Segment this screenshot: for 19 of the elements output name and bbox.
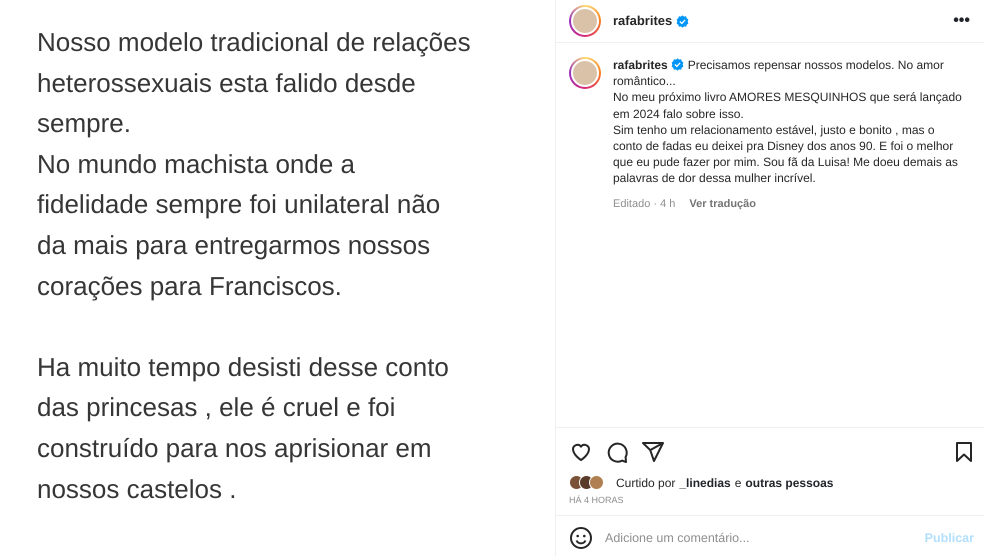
image-paragraph: Ha muito tempo desisti desse conto das princesas , ele é cruel e foi construído para nos aprisionar em nossos castelos . <box>37 350 450 506</box>
caption-text: rafabrites Precisamos repensar nossos modelos. No amor romântico... No meu próximo livro AMORES MESQUINHOS que será lançado em 2024 falo sobre isso. Sim tenho um relacionamento estável, justo e bonito , mas o conto de fadas eu deixei pra Disney dos anos 90. E foi o melhor que eu pude fazer por mim. Sou fã da Luisa! Me doeu demais as palavras de dor dessa mulher incrível. <box>613 57 962 187</box>
post-time: HÁ 4 HORAS <box>568 494 625 506</box>
comment-field[interactable]: Adicione um comentário... <box>605 528 913 548</box>
conjunction-label: e <box>734 474 742 492</box>
image-paragraph: Nosso modelo tradicional de relações heterossexuais esta falido desde sempre. No mundo machista onde a fidelidade sempre foi unilateral não da mais para entregarmos nossos corações para Franciscos. <box>37 26 472 303</box>
liked-by-label: Curtido por <box>616 474 676 492</box>
send-icon[interactable] <box>641 440 665 464</box>
liker-avatars <box>569 475 604 490</box>
translate-link[interactable]: Ver tradução <box>689 196 756 212</box>
username[interactable]: rafabrites <box>613 11 672 31</box>
comment-icon[interactable] <box>605 440 629 464</box>
others-link[interactable]: outras pessoas <box>745 474 834 492</box>
emoji-icon[interactable] <box>569 526 593 550</box>
avatar[interactable] <box>569 57 601 89</box>
edited-timestamp: Editado · 4 h <box>613 196 676 212</box>
liker-username[interactable]: _linedias <box>679 474 731 492</box>
avatar[interactable] <box>569 5 601 37</box>
more-button[interactable]: ••• <box>953 9 970 33</box>
